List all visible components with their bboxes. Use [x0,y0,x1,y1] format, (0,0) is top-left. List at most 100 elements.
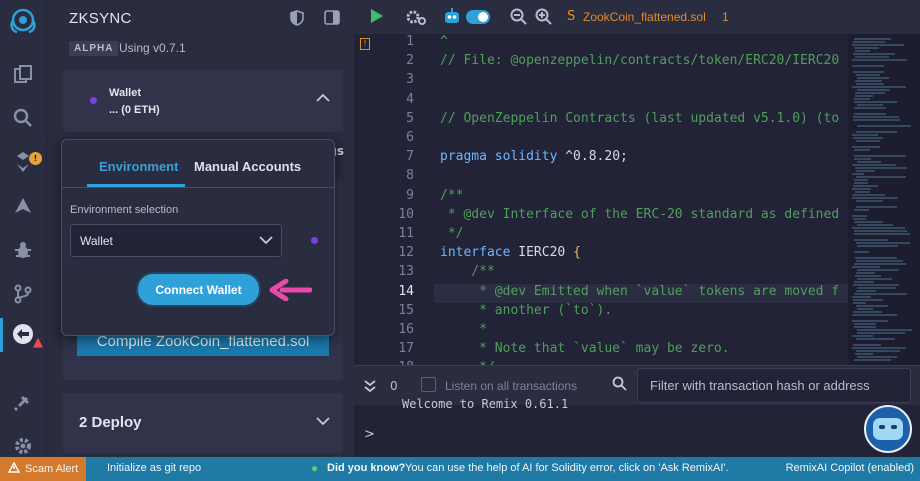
minimap-line [854,179,868,181]
code-line[interactable]: 3 [354,72,848,91]
line-number: 6 [406,130,414,145]
code-line[interactable]: 13 /** [354,264,848,283]
code-line[interactable]: 6 [354,130,848,149]
deploy-icon[interactable] [0,188,46,224]
minimap-line [855,191,870,193]
code-line[interactable]: 14 * @dev Emitted when `value` tokens ar… [354,284,848,303]
minimap-line [854,158,871,160]
code-line[interactable]: 2 // File: @openzeppelin/contracts/token/… [354,53,848,72]
minimap-line [857,77,889,79]
zksync-plugin-icon[interactable]: ▲ [0,316,46,352]
minimap-line [853,116,899,118]
minimap-line [854,38,891,40]
minimap-line [854,326,876,328]
solidity-file-icon: S [567,9,576,24]
code-line[interactable]: 5 // OpenZeppelin Contracts (last updated… [354,111,848,130]
minimap-line [856,170,875,172]
scam-alert[interactable]: Scam Alert [0,457,86,481]
wallet-balance: ... (0 ETH) [109,104,160,116]
tab-environment[interactable]: Environment [99,159,178,174]
file-tab-name[interactable]: ZookCoin_flattened.sol [583,10,706,24]
minimap-line [853,284,899,286]
minimap-line [854,209,869,211]
code-line[interactable]: 15 * another (`to`). [354,303,848,322]
git-icon[interactable] [0,276,46,312]
line-number: 12 [398,245,414,261]
minimap-line [854,251,869,253]
search-icon[interactable] [0,100,46,136]
code-line[interactable]: 8 [354,168,848,187]
wallet-title: Wallet [109,87,141,99]
minimap-line [857,287,896,289]
line-number: 1 [406,34,414,49]
minimap-line [854,263,906,265]
code-line[interactable]: 17 * Note that `value` may be zero. [354,341,848,360]
minimap-line [852,347,906,349]
minimap-line [856,140,880,142]
minimap-line [854,230,907,232]
minimap-line [856,206,897,208]
run-icon[interactable] [370,8,384,28]
remix-logo-icon[interactable] [0,4,46,40]
editor-minimap[interactable] [848,34,920,365]
zoom-out-icon[interactable] [510,8,527,29]
panel-header-actions [290,10,340,30]
environment-status-dot [311,237,318,244]
minimap-line [856,305,888,307]
chevron-up-icon[interactable] [316,90,330,106]
listen-checkbox[interactable] [421,377,436,392]
minimap-line [855,92,885,94]
minimap-line [857,224,893,226]
transaction-filter-input[interactable]: Filter with transaction hash or address [637,368,911,403]
wallet-card[interactable] [63,70,343,132]
ai-robot-icon[interactable] [443,7,461,29]
panel-toggle-icon[interactable] [324,10,340,30]
minimap-line [857,161,881,163]
environment-select[interactable]: Wallet [70,224,282,257]
plugin-manager-icon[interactable] [0,384,46,420]
minimap-line [855,353,873,355]
code-editor[interactable]: ! 1 ^ 2// File: @openzeppelin/contracts/to… [354,34,848,365]
minimap-line [854,221,883,223]
code-line[interactable]: 1 ^ [354,34,848,53]
minimap-line [852,173,864,175]
remixai-bot-icon[interactable] [864,405,912,453]
minimap-line [857,278,892,280]
minimap-line [852,266,880,268]
code-text: // File: @openzeppelin/contracts/token/E… [440,53,840,69]
git-init-link[interactable]: Initialize as git repo [107,462,201,474]
zoom-in-icon[interactable] [535,8,552,29]
ai-toggle[interactable] [466,10,490,24]
minimap-line [856,290,876,292]
minimap-line [857,104,883,106]
file-explorer-icon[interactable] [0,56,46,92]
code-line[interactable]: 12 interface IERC20 { [354,245,848,264]
minimap-line [852,197,898,199]
shield-icon[interactable] [290,10,304,30]
minimap-line [856,350,900,352]
code-line[interactable]: 11 */ [354,226,848,245]
code-line[interactable]: 16 * [354,322,848,341]
double-chevron-down-icon[interactable] [364,378,376,397]
tab-manual-accounts[interactable]: Manual Accounts [194,159,301,174]
warning-icon: ▲ [33,335,43,350]
minimap-line [857,269,899,271]
minimap-line [856,200,883,202]
remixai-copilot-status[interactable]: RemixAI Copilot (enabled) [786,462,914,474]
chevron-down-icon[interactable] [316,414,330,430]
debugger-icon[interactable] [0,232,46,268]
solidity-compiler-icon[interactable]: ! [0,144,46,180]
editor-toolbar: S ZookCoin_flattened.sol 1 [354,0,920,34]
terminal-output[interactable]: Welcome to Remix 0.61.1 > [354,397,920,457]
minimap-line [854,107,886,109]
minimap-line [852,164,896,166]
code-line[interactable]: 10 * @dev Interface of the ERC-20 standa… [354,207,848,226]
settings-gear-icon[interactable] [405,8,427,30]
code-line[interactable]: 9 /** [354,188,848,207]
code-line[interactable]: 4 [354,92,848,111]
code-line[interactable]: 7 pragma solidity ^0.8.20; [354,149,848,168]
active-tab-underline [87,184,185,187]
minimap-line [853,302,866,304]
connect-wallet-button[interactable]: Connect Wallet [138,274,259,305]
plugin-version: Using v0.7.1 [119,41,186,55]
